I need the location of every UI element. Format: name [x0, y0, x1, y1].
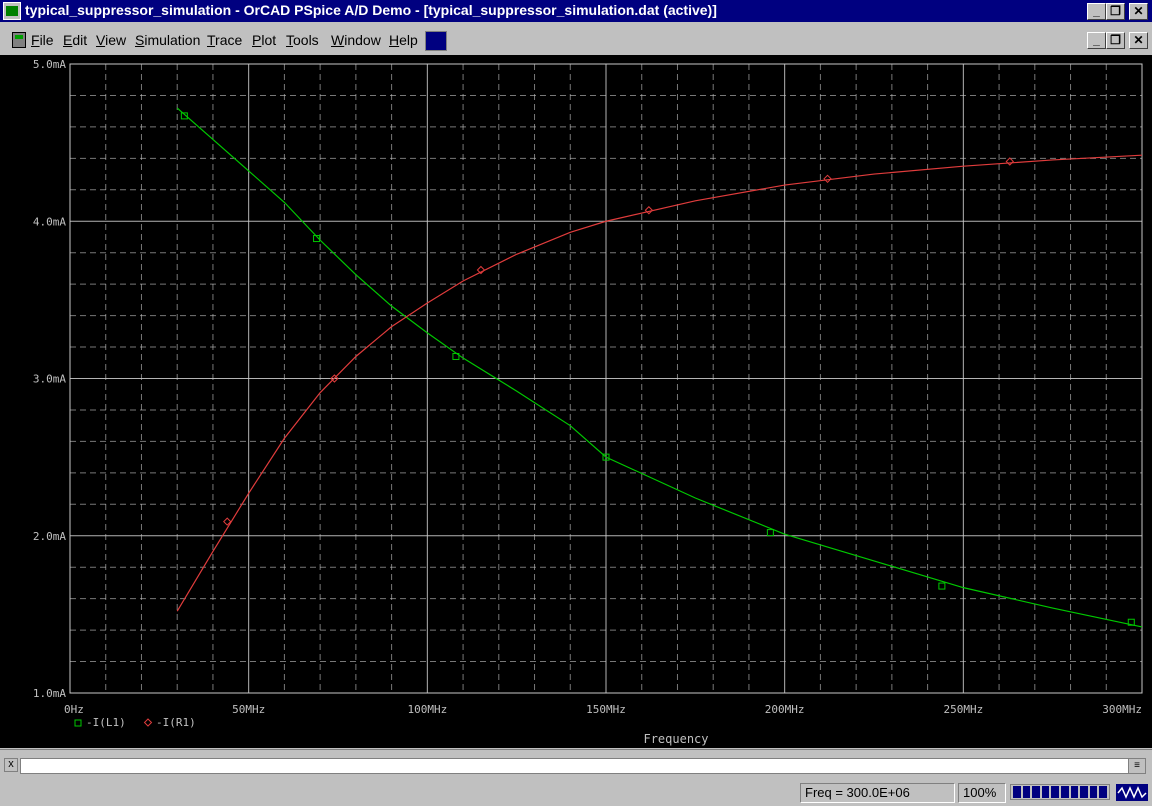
progress-segment: [1013, 786, 1021, 798]
menu-help[interactable]: Help: [389, 32, 418, 48]
progress-segment: [1032, 786, 1040, 798]
title-bar: typical_suppressor_simulation - OrCAD PS…: [0, 0, 1152, 22]
x-tick-label: 50MHz: [232, 703, 265, 716]
data-point-R1: [1005, 157, 1014, 166]
x-tick-label: 200MHz: [765, 703, 805, 716]
progress-segment: [1089, 786, 1098, 798]
y-tick-label: 1.0mA: [33, 687, 66, 700]
restore-button[interactable]: ❐: [1106, 3, 1125, 20]
simulation-progress-bar: [1010, 784, 1110, 800]
x-tick-label: 0Hz: [64, 703, 84, 716]
status-bar: Freq = 300.0E+06 100%: [0, 781, 1152, 805]
data-point-L1: [766, 529, 774, 537]
zoom-level: 100%: [958, 783, 1006, 803]
progress-segment: [1080, 786, 1088, 798]
menu-simulation[interactable]: Simulation: [135, 32, 200, 48]
data-point-R1: [823, 174, 832, 183]
command-scroll-icon[interactable]: ≡: [1128, 758, 1146, 774]
menu-trace[interactable]: Trace: [207, 32, 242, 48]
menu-view[interactable]: View: [96, 32, 126, 48]
x-tick-label: 150MHz: [586, 703, 626, 716]
y-tick-label: 5.0mA: [33, 58, 66, 71]
plot-window: 0Hz 50MHz 100MHz 150MHz 200MHz 250MHz 300MHz 1.…: [0, 55, 1152, 748]
progress-segment: [1051, 786, 1059, 798]
data-point-R1: [644, 206, 654, 215]
menu-tools[interactable]: Tools: [286, 32, 319, 48]
child-minimize-button[interactable]: _: [1087, 32, 1106, 49]
progress-segment: [1099, 786, 1107, 798]
freq-readout: Freq = 300.0E+06: [800, 783, 955, 803]
legend-marker-R1: [143, 718, 153, 727]
y-tick-label: 4.0mA: [33, 215, 66, 228]
pspice-app-icon[interactable]: [3, 2, 21, 20]
x-tick-label: 300MHz: [1102, 703, 1142, 716]
splitter[interactable]: [0, 749, 1152, 756]
menu-plot[interactable]: Plot: [252, 32, 276, 48]
progress-segment: [1041, 786, 1050, 798]
x-axis-label: Frequency: [643, 732, 708, 746]
command-input[interactable]: [20, 758, 1130, 774]
menu-bar: File Edit View Simulation Trace Plot Too…: [0, 26, 1152, 54]
series-line-L1: [176, 107, 1143, 628]
command-close-button[interactable]: x: [4, 758, 18, 772]
y-tick-label: 2.0mA: [33, 530, 66, 543]
legend-label: -I(L1): [86, 716, 126, 729]
y-tick-label: 3.0mA: [33, 373, 66, 386]
close-button[interactable]: ✕: [1129, 3, 1148, 20]
progress-segment: [1022, 786, 1031, 798]
progress-segment: [1070, 786, 1079, 798]
command-row: x ≡: [0, 756, 1152, 778]
document-icon[interactable]: [12, 32, 26, 48]
series-line-R1: [176, 154, 1143, 612]
child-close-button[interactable]: ✕: [1129, 32, 1148, 49]
waveform-icon[interactable]: [1116, 784, 1148, 801]
x-tick-label: 250MHz: [943, 703, 983, 716]
child-restore-button[interactable]: ❐: [1106, 32, 1125, 49]
legend-marker-L1: [74, 719, 82, 727]
x-tick-label: 100MHz: [407, 703, 447, 716]
menu-file[interactable]: File: [31, 32, 54, 48]
window-title: typical_suppressor_simulation - OrCAD PS…: [25, 2, 717, 18]
menu-window[interactable]: Window: [331, 32, 381, 48]
progress-segment: [1060, 786, 1069, 798]
legend-label: -I(R1): [156, 716, 196, 729]
menu-edit[interactable]: Edit: [63, 32, 87, 48]
context-help-icon[interactable]: [425, 31, 447, 51]
data-point-L1: [938, 582, 946, 590]
minimize-button[interactable]: _: [1087, 3, 1106, 20]
probe-plot[interactable]: 0Hz 50MHz 100MHz 150MHz 200MHz 250MHz 300MHz 1.…: [0, 55, 1152, 748]
